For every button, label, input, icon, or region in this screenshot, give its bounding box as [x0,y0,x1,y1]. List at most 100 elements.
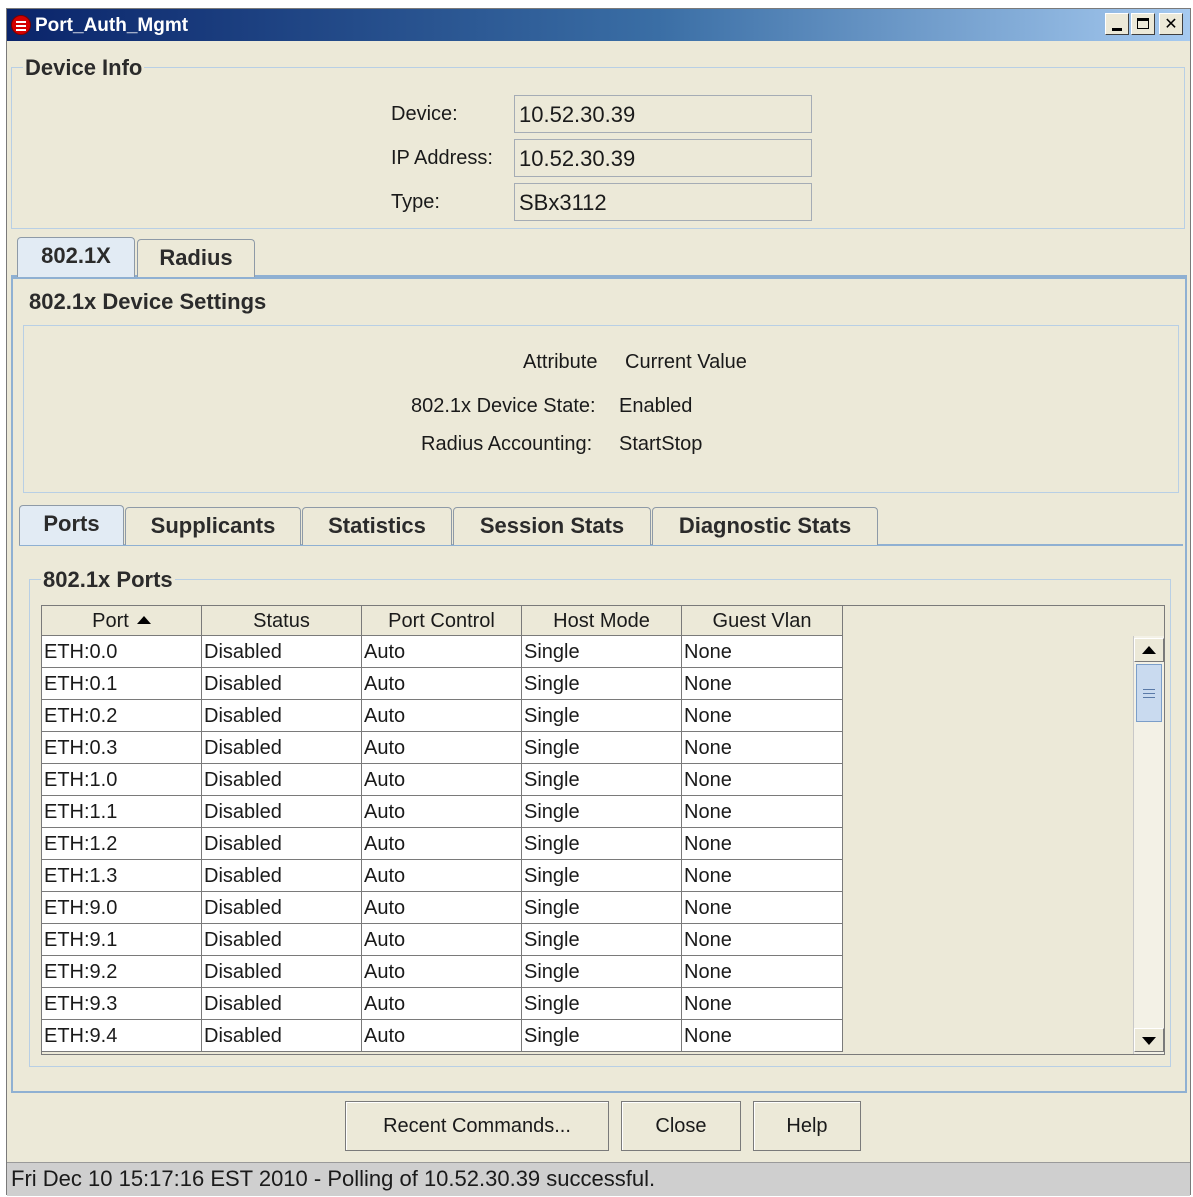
cell-port-control: Auto [362,732,522,764]
close-button[interactable]: Close [621,1101,741,1151]
sort-ascending-icon [136,616,151,624]
cell-status: Disabled [202,764,362,796]
cell-port: ETH:0.2 [42,700,202,732]
maximize-button[interactable] [1131,13,1155,35]
column-header-port-control[interactable]: Port Control [362,606,522,636]
cell-port: ETH:1.3 [42,860,202,892]
cell-host-mode: Single [522,924,682,956]
cell-port: ETH:9.0 [42,892,202,924]
cell-guest-vlan: None [682,956,843,988]
column-header-host-mode[interactable]: Host Mode [522,606,682,636]
cell-host-mode: Single [522,1020,682,1052]
recent-commands-button[interactable]: Recent Commands... [345,1101,609,1151]
cell-status: Disabled [202,988,362,1020]
help-button[interactable]: Help [753,1101,861,1151]
cell-guest-vlan: None [682,988,843,1020]
ip-address-field[interactable]: 10.52.30.39 [514,139,812,177]
cell-port-control: Auto [362,924,522,956]
column-header-port[interactable]: Port [42,606,202,636]
scroll-up-button[interactable] [1134,638,1164,662]
cell-port: ETH:0.3 [42,732,202,764]
cell-host-mode: Single [522,796,682,828]
cell-status: Disabled [202,700,362,732]
cell-guest-vlan: None [682,764,843,796]
cell-guest-vlan: None [682,1020,843,1052]
cell-host-mode: Single [522,636,682,668]
cell-port-control: Auto [362,956,522,988]
app-icon[interactable] [11,15,31,35]
minimize-button[interactable] [1105,13,1129,35]
cell-host-mode: Single [522,828,682,860]
cell-status: Disabled [202,636,362,668]
cell-port: ETH:0.0 [42,636,202,668]
cell-host-mode: Single [522,892,682,924]
grip-line [1143,689,1155,690]
tab-radius[interactable]: Radius [137,239,255,277]
cell-guest-vlan: None [682,636,843,668]
device-label: Device: [391,103,458,125]
cell-port: ETH:9.2 [42,956,202,988]
column-header-status[interactable]: Status [202,606,362,636]
scroll-down-button[interactable] [1134,1028,1164,1052]
cell-port-control: Auto [362,1020,522,1052]
cell-guest-vlan: None [682,796,843,828]
cell-status: Disabled [202,924,362,956]
cell-host-mode: Single [522,764,682,796]
tab-802-1x[interactable]: 802.1X [17,237,135,277]
cell-guest-vlan: None [682,892,843,924]
device-field[interactable]: 10.52.30.39 [514,95,812,133]
type-label: Type: [391,191,440,213]
radius-accounting-value: StartStop [619,433,703,455]
cell-port: ETH:9.1 [42,924,202,956]
cell-guest-vlan: None [682,828,843,860]
device-state-attribute: 802.1x Device State: [411,395,596,417]
ip-address-label: IP Address: [391,147,493,169]
window-title: Port_Auth_Mgmt [35,15,189,36]
cell-port-control: Auto [362,636,522,668]
ports-table: Port Status Port Control Host Mode Guest… [41,605,1165,1055]
cell-port-control: Auto [362,700,522,732]
cell-port-control: Auto [362,828,522,860]
arrow-down-icon [1142,1037,1156,1045]
tab-ports[interactable]: Ports [19,505,124,545]
port-auth-mgmt-window: Port_Auth_Mgmt ✕ Device Info Device: 10.… [6,8,1191,1196]
cell-port: ETH:9.3 [42,988,202,1020]
ports-group-title: 802.1x Ports [41,567,175,593]
scroll-thumb[interactable] [1136,664,1162,722]
tab-statistics[interactable]: Statistics [302,507,452,545]
cell-guest-vlan: None [682,732,843,764]
current-value-header: Current Value [625,351,747,373]
type-field[interactable]: SBx3112 [514,183,812,221]
cell-guest-vlan: None [682,700,843,732]
title-bar[interactable]: Port_Auth_Mgmt ✕ [7,9,1190,41]
tab-session-stats[interactable]: Session Stats [453,507,651,545]
grip-line [1143,693,1155,694]
device-settings-title: 802.1x Device Settings [27,289,269,315]
attribute-header: Attribute [523,351,598,373]
close-icon: ✕ [1164,14,1178,33]
cell-status: Disabled [202,668,362,700]
cell-status: Disabled [202,1020,362,1052]
cell-port: ETH:0.1 [42,668,202,700]
cell-status: Disabled [202,860,362,892]
close-window-button[interactable]: ✕ [1159,13,1183,35]
cell-status: Disabled [202,732,362,764]
device-state-value: Enabled [619,395,693,417]
cell-guest-vlan: None [682,668,843,700]
cell-host-mode: Single [522,700,682,732]
cell-port-control: Auto [362,892,522,924]
minimize-icon [1112,28,1122,31]
cell-host-mode: Single [522,860,682,892]
device-info-title: Device Info [23,55,145,81]
cell-port: ETH:9.4 [42,1020,202,1052]
cell-port-control: Auto [362,860,522,892]
grip-line [1143,697,1155,698]
tab-diagnostic-stats[interactable]: Diagnostic Stats [652,507,878,545]
table-vertical-scrollbar[interactable] [1133,636,1164,1054]
column-header-guest-vlan[interactable]: Guest Vlan [682,606,843,636]
tab-supplicants[interactable]: Supplicants [125,507,301,545]
cell-port-control: Auto [362,796,522,828]
cell-port-control: Auto [362,988,522,1020]
cell-guest-vlan: None [682,860,843,892]
cell-host-mode: Single [522,956,682,988]
